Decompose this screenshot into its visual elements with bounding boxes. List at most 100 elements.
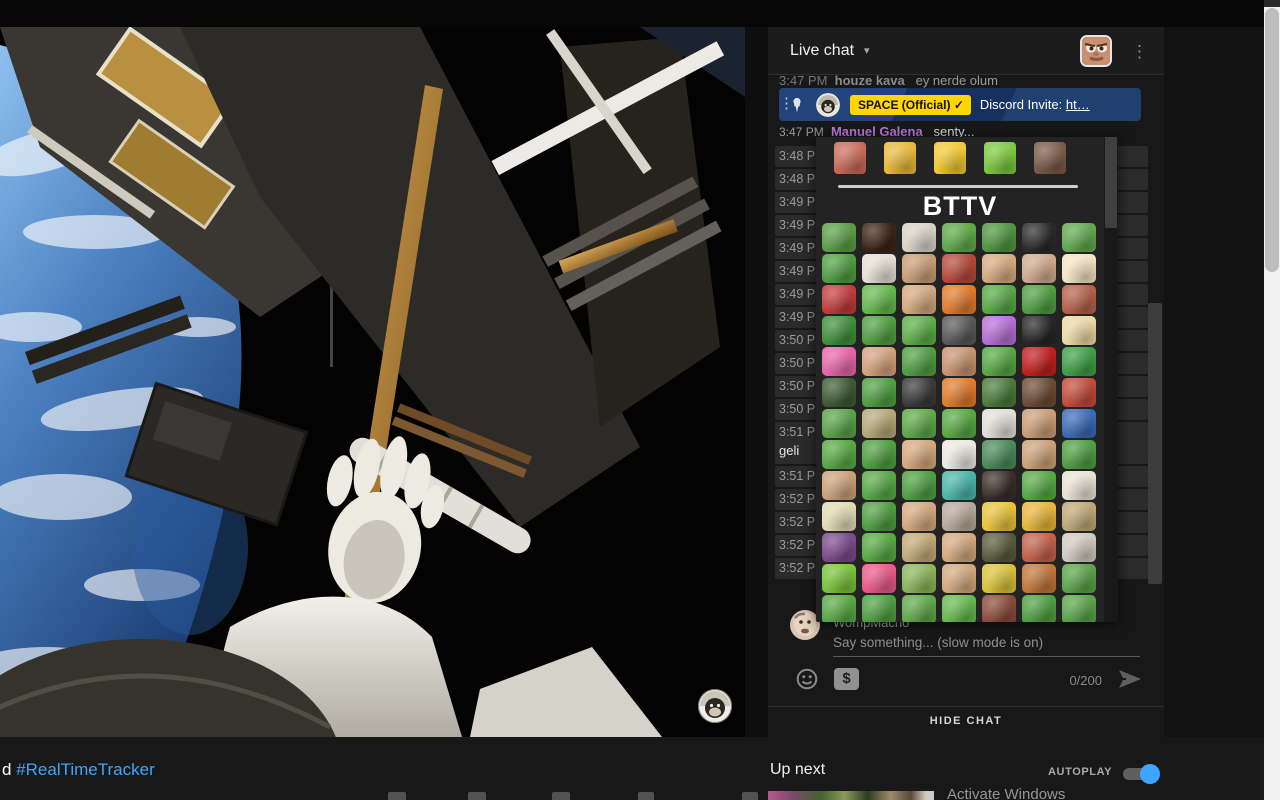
- yellow-monster-emote[interactable]: [982, 564, 1016, 593]
- red-laugh-emote[interactable]: [942, 254, 976, 283]
- crying-frog-emote[interactable]: [982, 223, 1016, 252]
- think-no-emote[interactable]: [1022, 502, 1056, 531]
- drive-frog-emote[interactable]: [1062, 564, 1096, 593]
- hotdog-frog-emote[interactable]: [902, 471, 936, 500]
- like-button-sliver[interactable]: [388, 792, 406, 800]
- channel-avatar[interactable]: [816, 93, 840, 117]
- coffee-cup-emote[interactable]: [862, 223, 896, 252]
- pog-frog-2-emote[interactable]: [942, 409, 976, 438]
- dislike-button-sliver[interactable]: [468, 792, 486, 800]
- dark-bird-emote[interactable]: [822, 378, 856, 407]
- laugh-up-emote[interactable]: [862, 347, 896, 376]
- monka-stare-emote[interactable]: [902, 595, 936, 622]
- picker-scrollbar-thumb[interactable]: [1105, 137, 1117, 228]
- heart-frog-emote[interactable]: [862, 564, 896, 593]
- pepega-frog-emote[interactable]: [862, 285, 896, 314]
- more-actions-sliver[interactable]: [638, 792, 654, 800]
- chat-username[interactable]: houze kava: [835, 73, 905, 88]
- pog-face-emote[interactable]: [982, 254, 1016, 283]
- raised-hand-emote[interactable]: [902, 223, 936, 252]
- asian-grin-emote[interactable]: [822, 471, 856, 500]
- gun-frog-emote[interactable]: [822, 254, 856, 283]
- nacho-face-emote[interactable]: [902, 254, 936, 283]
- sad-duck-emote-tab[interactable]: [934, 142, 966, 174]
- harold-face-emote[interactable]: [942, 533, 976, 562]
- shades-frog-emote[interactable]: [862, 502, 896, 531]
- rain-frog-emote[interactable]: [1062, 409, 1096, 438]
- kebab-menu-icon[interactable]: ⋮: [1131, 43, 1148, 60]
- anime-blonde-emote[interactable]: [1062, 316, 1096, 345]
- witch-peepo-emote[interactable]: [982, 533, 1016, 562]
- chat-input[interactable]: Say something... (slow mode is on): [833, 635, 1043, 650]
- next-video-thumbnail-sliver[interactable]: [768, 791, 934, 800]
- wolf-dog-emote[interactable]: [1062, 533, 1096, 562]
- ricardo-face-emote[interactable]: [1062, 285, 1096, 314]
- sleep-face-emote[interactable]: [902, 502, 936, 531]
- camera-man-emote[interactable]: [942, 316, 976, 345]
- duck-frog-emote[interactable]: [982, 347, 1016, 376]
- pinned-message-banner[interactable]: SPACE (Official) ✓ Discord Invite: ht… ⋮: [779, 88, 1141, 121]
- tiny-orange-emote[interactable]: [942, 378, 976, 407]
- feels-bad-frog-emote[interactable]: [822, 223, 856, 252]
- simp-card-emote[interactable]: [1062, 502, 1096, 531]
- brick-hide-emote[interactable]: [982, 595, 1016, 622]
- bald-head-emote[interactable]: [1022, 254, 1056, 283]
- hmm-frog-emote[interactable]: [902, 347, 936, 376]
- pog-frog-emote[interactable]: [982, 285, 1016, 314]
- channel-watermark-logo[interactable]: [697, 688, 733, 724]
- share-button-sliver[interactable]: [552, 792, 570, 800]
- pinned-link[interactable]: ht…: [1066, 97, 1090, 112]
- frog-blob-emote-tab[interactable]: [984, 142, 1016, 174]
- ditto-blob-emote[interactable]: [982, 316, 1016, 345]
- robot-frog-emote[interactable]: [982, 440, 1016, 469]
- orange-shock-emote[interactable]: [942, 285, 976, 314]
- sip-frog-emote[interactable]: [1022, 471, 1056, 500]
- cap-bro-emote[interactable]: [1022, 440, 1056, 469]
- pink-arcade-emote[interactable]: [822, 347, 856, 376]
- popcorn-juggle-emote[interactable]: [1062, 471, 1096, 500]
- anime-wink-emote[interactable]: [1062, 254, 1096, 283]
- save-button-sliver[interactable]: [742, 792, 758, 800]
- sonic-frog-emote[interactable]: [1062, 347, 1096, 376]
- forsen-face-emote[interactable]: [942, 564, 976, 593]
- okay-frog-emote[interactable]: [822, 409, 856, 438]
- big-laugh-emote[interactable]: [942, 347, 976, 376]
- point-frog-emote[interactable]: [862, 595, 896, 622]
- anime-guy-emote-tab[interactable]: [1034, 142, 1066, 174]
- superchat-dollar-icon[interactable]: $: [834, 668, 859, 690]
- smoking-frog-emote[interactable]: [862, 378, 896, 407]
- raise-frog-emote[interactable]: [862, 533, 896, 562]
- afro-smile-emote[interactable]: [1022, 378, 1056, 407]
- hood-peepo-emote[interactable]: [902, 564, 936, 593]
- wave-frog-emote[interactable]: [822, 595, 856, 622]
- wheel-frog-emote[interactable]: [1062, 595, 1096, 622]
- autoplay-toggle[interactable]: [1123, 768, 1157, 780]
- huh-guy-emote[interactable]: [1022, 409, 1056, 438]
- picker-scrollbar[interactable]: [1104, 137, 1118, 622]
- wide-grin-emote[interactable]: [902, 440, 936, 469]
- emoji-picker-icon[interactable]: [796, 668, 818, 690]
- rage-red-emote[interactable]: [822, 285, 856, 314]
- pepega-2-emote[interactable]: [942, 595, 976, 622]
- send-icon[interactable]: [1118, 669, 1142, 689]
- rage-face-emote-tab[interactable]: [834, 142, 866, 174]
- video-player[interactable]: [0, 27, 745, 737]
- teeth-frog-emote[interactable]: [902, 316, 936, 345]
- hide-chat-button[interactable]: HIDE CHAT: [768, 715, 1164, 727]
- devil-frog-emote[interactable]: [822, 316, 856, 345]
- f-press-emote[interactable]: [862, 409, 896, 438]
- laughing-frog-emote[interactable]: [1062, 223, 1096, 252]
- gachi-purple-emote[interactable]: [822, 533, 856, 562]
- tos-sign-emote[interactable]: [1022, 347, 1056, 376]
- thinking-guy-emote[interactable]: [902, 378, 936, 407]
- monka-w-emote[interactable]: [902, 409, 936, 438]
- pikachu-emote[interactable]: [982, 502, 1016, 531]
- hulk-face-emote[interactable]: [982, 378, 1016, 407]
- crab-emote[interactable]: [1022, 564, 1056, 593]
- birb-emote-tab[interactable]: [884, 142, 916, 174]
- red-clap-emote[interactable]: [1062, 378, 1096, 407]
- gachi-frog-emote[interactable]: [862, 440, 896, 469]
- chat-scrollbar-thumb[interactable]: [1148, 303, 1162, 584]
- user-avatar[interactable]: [1080, 35, 1112, 67]
- pencil-dink-emote[interactable]: [942, 471, 976, 500]
